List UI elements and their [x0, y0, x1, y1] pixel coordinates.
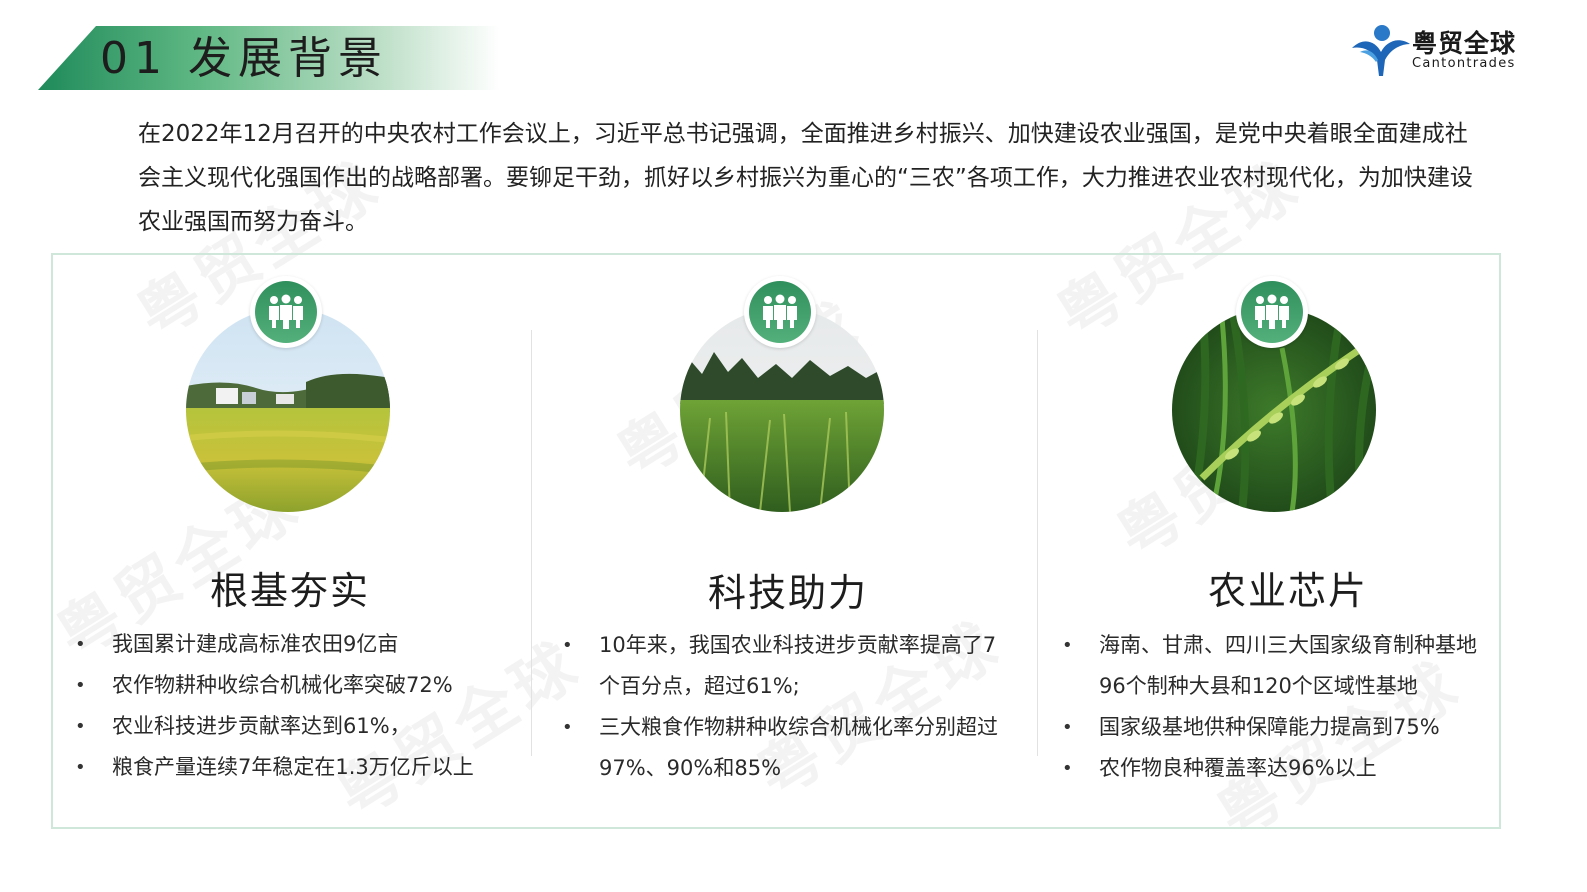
column-divider — [1037, 330, 1038, 756]
column-bullets: 我国累计建成高标准农田9亿亩 农作物耕种收综合机械化率突破72% 农业科技进步贡… — [75, 624, 515, 788]
column-bullets: 10年来，我国农业科技进步贡献率提高了7个百分点，超过61%; 三大粮食作物耕种… — [562, 625, 1002, 789]
team-icon — [763, 294, 797, 329]
logo-english-name: Cantontrades — [1412, 56, 1516, 71]
column-bullets: 海南、甘肃、四川三大国家级育制种基地96个制种大县和120个区域性基地 国家级基… — [1062, 625, 1494, 789]
column-title: 农业芯片 — [1207, 569, 1368, 613]
badge — [250, 276, 322, 348]
team-icon — [1255, 294, 1289, 329]
list-item: 海南、甘肃、四川三大国家级育制种基地96个制种大县和120个区域性基地 — [1062, 625, 1494, 707]
team-icon — [269, 294, 303, 329]
list-item: 三大粮食作物耕种收综合机械化率分别超过97%、90%和85% — [562, 707, 1002, 789]
list-item: 10年来，我国农业科技进步贡献率提高了7个百分点，超过61%; — [562, 625, 1002, 707]
company-logo: 粤贸全球 Cantontrades — [1350, 22, 1530, 77]
page-title: 01 发展背景 — [100, 33, 388, 84]
list-item: 农作物耕种收综合机械化率突破72% — [75, 665, 515, 706]
list-item: 国家级基地供种保障能力提高到75% — [1062, 707, 1494, 748]
logo-name: 粤贸全球 — [1412, 29, 1517, 58]
list-item: 农作物良种覆盖率达96%以上 — [1062, 748, 1494, 789]
intro-paragraph: 在2022年12月召开的中央农村工作会议上，习近平总书记强调，全面推进乡村振兴、… — [138, 121, 1473, 235]
list-item: 粮食产量连续7年稳定在1.3万亿斤以上 — [75, 747, 515, 788]
list-item: 我国累计建成高标准农田9亿亩 — [75, 624, 515, 665]
badge — [1236, 276, 1308, 348]
column-title: 科技助力 — [707, 571, 868, 615]
column-title: 根基夯实 — [209, 569, 370, 613]
column-divider — [531, 330, 532, 756]
badge — [744, 276, 816, 348]
logo-mark-icon — [1352, 25, 1410, 76]
list-item: 农业科技进步贡献率达到61%， — [75, 706, 515, 747]
